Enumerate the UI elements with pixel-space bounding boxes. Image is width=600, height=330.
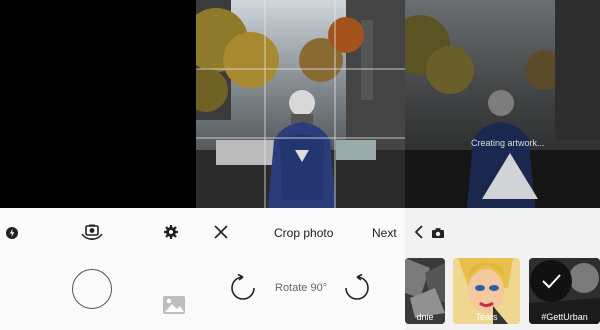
artwork-preview: Creating artwork... — [405, 0, 600, 208]
rotate-right-icon[interactable] — [342, 273, 372, 303]
camera-toolbar — [0, 208, 196, 330]
filter-panel: Creating artwork... dnie Tears #GettUrba… — [405, 0, 600, 330]
camera-panel — [0, 0, 196, 330]
filter-thumb-label: Tears — [475, 312, 498, 322]
flash-icon[interactable] — [6, 227, 18, 239]
crop-title: Crop photo — [274, 226, 334, 240]
filter-thumb[interactable]: Tears — [453, 258, 520, 324]
camera-icon[interactable] — [431, 226, 445, 238]
crop-panel: Crop photo Next Rotate 90° — [196, 0, 405, 330]
check-icon[interactable] — [530, 260, 572, 302]
shutter-button[interactable] — [72, 269, 112, 309]
rotate-label: Rotate 90° — [275, 282, 328, 294]
status-text: Creating artwork... — [471, 138, 545, 148]
switch-camera-icon[interactable] — [80, 222, 104, 242]
gear-icon[interactable] — [163, 224, 179, 240]
rotate-left-icon[interactable] — [228, 273, 258, 303]
crop-toolbar: Crop photo Next Rotate 90° — [196, 208, 405, 330]
filter-thumb-label: dnie — [416, 312, 434, 322]
screen: Crop photo Next Rotate 90° Creating artw… — [0, 0, 600, 330]
close-icon[interactable] — [213, 224, 229, 240]
loading-triangle-icon — [480, 72, 540, 199]
next-button[interactable]: Next — [372, 226, 397, 240]
gallery-icon[interactable] — [162, 294, 186, 316]
crop-photo[interactable] — [196, 0, 405, 208]
chevron-left-icon[interactable] — [413, 225, 425, 239]
filter-thumb[interactable]: dnie — [405, 258, 445, 324]
filter-thumb-label: #GettUrban — [541, 312, 588, 322]
